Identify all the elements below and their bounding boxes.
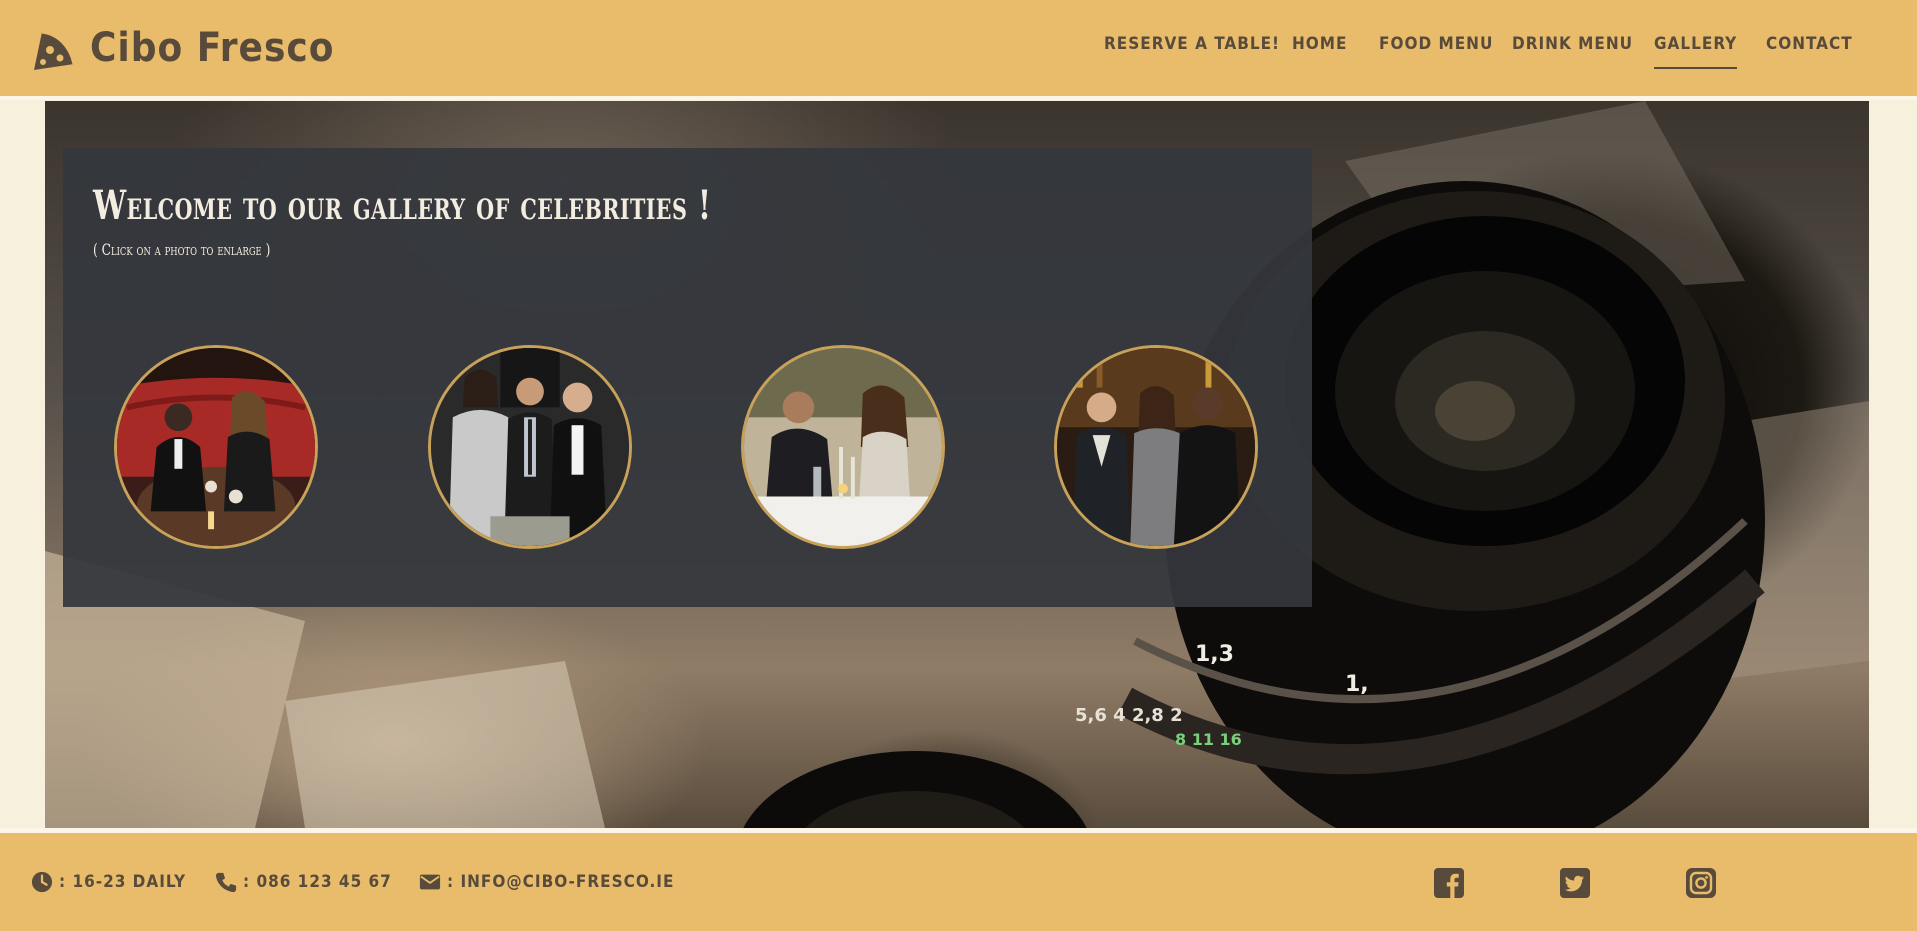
- celebrity-photo-2[interactable]: [428, 345, 632, 549]
- celebrity-photo-4[interactable]: [1054, 345, 1258, 549]
- email-address[interactable]: : INFO@CIBO-FRESCO.IE: [419, 871, 674, 893]
- gallery-title: Welcome to our gallery of celebrities !: [93, 182, 712, 229]
- envelope-icon: [419, 874, 441, 890]
- opening-hours: : 16-23 DAILY: [31, 871, 186, 893]
- hours-text: : 16-23 DAILY: [59, 872, 187, 892]
- header-divider: [0, 96, 1917, 100]
- phone-icon: [215, 872, 237, 893]
- brand-name: Cibo Fresco: [90, 25, 335, 71]
- gallery-panel: Welcome to our gallery of celebrities ! …: [63, 148, 1312, 607]
- nav-contact[interactable]: CONTACT: [1766, 34, 1853, 54]
- hero-background-photo: 1,3 1, 8 11 16 5,6 4 2,8 2 Welcome to ou…: [45, 101, 1869, 828]
- twitter-icon: [1560, 868, 1590, 898]
- site-header: Cibo Fresco RESERVE A TABLE! HOME FOOD M…: [0, 0, 1917, 96]
- nav-food-menu[interactable]: FOOD MENU: [1379, 34, 1493, 54]
- celebrity-photo-3[interactable]: [741, 345, 945, 549]
- svg-text:1,: 1,: [1345, 672, 1369, 697]
- instagram-link[interactable]: [1686, 868, 1716, 898]
- photo-4-image: [1057, 348, 1255, 546]
- nav-home[interactable]: HOME: [1292, 34, 1347, 54]
- twitter-link[interactable]: [1560, 868, 1590, 898]
- pizza-slice-icon: [34, 30, 76, 70]
- svg-text:1,3: 1,3: [1195, 642, 1234, 667]
- email-text: : INFO@CIBO-FRESCO.IE: [447, 872, 675, 892]
- nav-reserve-a-table[interactable]: RESERVE A TABLE!: [1104, 34, 1280, 54]
- facebook-icon: [1434, 868, 1464, 898]
- facebook-link[interactable]: [1434, 868, 1464, 898]
- gallery-subtitle: ( Click on a photo to enlarge ): [93, 240, 271, 259]
- nav-gallery[interactable]: GALLERY: [1654, 34, 1738, 69]
- nav-drink-menu[interactable]: DRINK MENU: [1512, 34, 1633, 54]
- svg-text:8 11 16: 8 11 16: [1175, 730, 1242, 749]
- celebrity-photo-1[interactable]: [114, 345, 318, 549]
- svg-text:5,6 4 2,8 2: 5,6 4 2,8 2: [1075, 705, 1183, 726]
- clock-icon: [31, 871, 53, 893]
- photo-1-image: [117, 348, 315, 546]
- instagram-icon: [1686, 868, 1716, 898]
- photo-3-image: [744, 348, 942, 546]
- photo-2-image: [431, 348, 629, 546]
- logo[interactable]: Cibo Fresco: [30, 24, 334, 72]
- phone-text: : 086 123 45 67: [243, 872, 392, 892]
- phone-number[interactable]: : 086 123 45 67: [215, 871, 392, 893]
- site-footer: : 16-23 DAILY : 086 123 45 67 : INFO@CIB…: [0, 833, 1917, 931]
